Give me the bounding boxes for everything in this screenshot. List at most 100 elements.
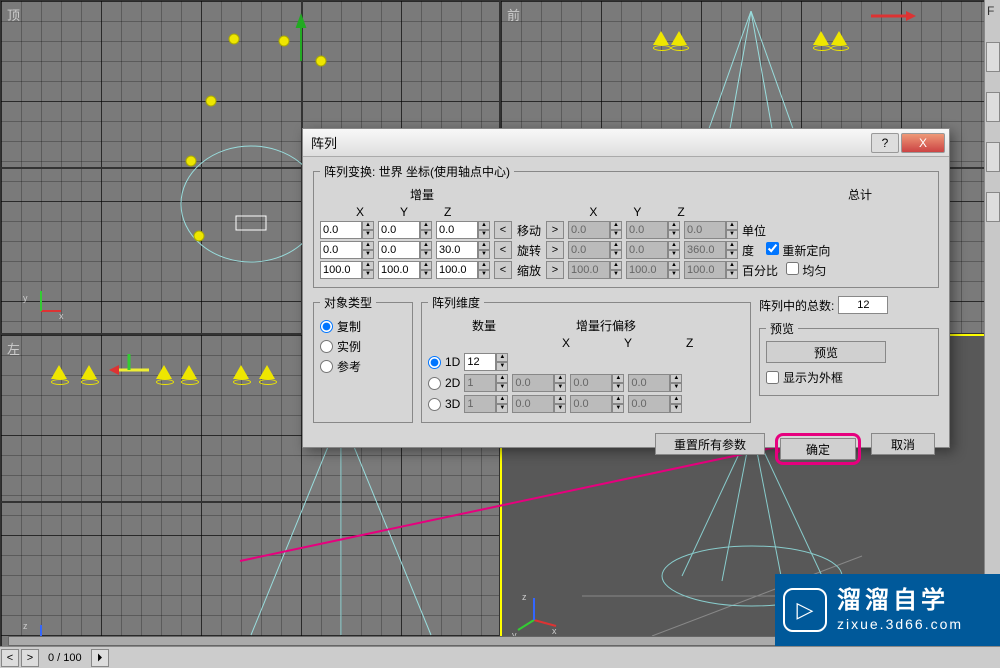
watermark-title: 溜溜自学 <box>837 587 963 616</box>
radio-1d[interactable] <box>428 356 441 369</box>
scale-row: ▲▼ ▲▼ ▲▼ < 缩放 > ▲▼ ▲▼ ▲▼ 百分比 均匀 <box>320 261 932 279</box>
wireframe-checkbox[interactable] <box>766 371 779 384</box>
radio-reference[interactable] <box>320 360 333 373</box>
total-label: 总计 <box>848 186 872 203</box>
light-icon <box>233 365 249 379</box>
titlebar[interactable]: 阵列 ? X <box>303 129 949 157</box>
axis-y-label: Y <box>633 205 641 219</box>
ok-button[interactable]: 确定 <box>780 438 856 460</box>
viewport-label: 顶 <box>7 5 20 24</box>
group-label: 预览 <box>766 320 798 337</box>
spinner-down-icon[interactable]: ▼ <box>362 230 374 239</box>
panel-tab[interactable] <box>986 192 1000 222</box>
tot-scl-z <box>684 261 726 279</box>
cancel-button[interactable]: 取消 <box>871 433 935 455</box>
panel-letter: F <box>985 0 1000 22</box>
light-icon <box>181 365 197 379</box>
panel-tab[interactable] <box>986 42 1000 72</box>
prev-frame-button[interactable]: < <box>1 649 19 667</box>
preview-button[interactable]: 预览 <box>766 341 886 363</box>
3d-z <box>628 395 670 413</box>
light-icon <box>831 31 847 45</box>
greater-than-button[interactable]: > <box>546 221 564 239</box>
axis-widget-icon: x y z <box>512 590 562 640</box>
greater-than-button[interactable]: > <box>546 261 564 279</box>
spinner-up-icon[interactable]: ▲ <box>362 221 374 230</box>
command-panel[interactable]: F <box>984 0 1000 646</box>
2d-x <box>512 374 554 392</box>
uniform-checkbox[interactable] <box>786 262 799 275</box>
play-icon: ▷ <box>783 588 827 632</box>
3d-y <box>570 395 612 413</box>
radio-3d[interactable] <box>428 398 441 411</box>
axis-z-label: Z <box>677 205 684 219</box>
group-object-type: 对象类型 复制 实例 参考 <box>313 294 413 423</box>
less-than-button[interactable]: < <box>494 261 512 279</box>
incrow-label: 增量行偏移 <box>576 317 636 334</box>
inc-rot-z[interactable] <box>436 241 478 259</box>
count-label: 数量 <box>472 317 496 334</box>
op-rotate: 旋转 <box>516 242 542 259</box>
reorient-checkbox[interactable] <box>766 242 779 255</box>
rotate-row: ▲▼ ▲▼ ▲▼ < 旋转 > ▲▼ ▲▼ ▲▼ 度 重新定向 <box>320 241 932 259</box>
pct-label: 百分比 <box>742 262 778 279</box>
inc-move-y[interactable] <box>378 221 420 239</box>
frame-display: 0 / 100 <box>48 652 82 664</box>
unit-label: 单位 <box>742 222 766 239</box>
group-label: 阵列变换: 世界 坐标(使用轴点中心) <box>320 163 514 180</box>
move-gizmo <box>861 0 921 36</box>
inc-scl-x[interactable] <box>320 261 362 279</box>
less-than-button[interactable]: < <box>494 241 512 259</box>
svg-text:y: y <box>23 293 28 303</box>
inc-move-z[interactable] <box>436 221 478 239</box>
svg-text:x: x <box>552 626 557 636</box>
tot-rot-x <box>568 241 610 259</box>
3d-x <box>512 395 554 413</box>
axis-z-label: Z <box>444 205 451 219</box>
panel-tab[interactable] <box>986 142 1000 172</box>
total-count-value <box>838 296 888 314</box>
tot-scl-y <box>626 261 668 279</box>
inc-scl-y[interactable] <box>378 261 420 279</box>
increment-label: 增量 <box>410 186 434 203</box>
help-button[interactable]: ? <box>871 133 899 153</box>
inc-scl-z[interactable] <box>436 261 478 279</box>
ok-highlight: 确定 <box>775 433 861 465</box>
tot-rot-z <box>684 241 726 259</box>
svg-text:z: z <box>23 621 28 631</box>
tot-scl-x <box>568 261 610 279</box>
radio-instance[interactable] <box>320 340 333 353</box>
2d-y <box>570 374 612 392</box>
greater-than-button[interactable]: > <box>546 241 564 259</box>
2d-z <box>628 374 670 392</box>
less-than-button[interactable]: < <box>494 221 512 239</box>
radio-2d[interactable] <box>428 377 441 390</box>
inc-move-x[interactable] <box>320 221 362 239</box>
light-icon <box>653 31 669 45</box>
close-button[interactable]: X <box>901 133 945 153</box>
radio-copy[interactable] <box>320 320 333 333</box>
key-button[interactable]: ⏵ <box>91 649 109 667</box>
op-scale: 缩放 <box>516 262 542 279</box>
group-label: 对象类型 <box>320 294 376 311</box>
tot-move-y <box>626 221 668 239</box>
group-dimensions: 阵列维度 数量 增量行偏移 X Y Z 1D ▲▼ 2D ▲▼ <box>421 294 751 423</box>
array-dialog: 阵列 ? X 阵列变换: 世界 坐标(使用轴点中心) 增量 总计 X Y Z X… <box>302 128 950 448</box>
panel-tab[interactable] <box>986 92 1000 122</box>
reset-button[interactable]: 重置所有参数 <box>655 433 765 455</box>
count-3d <box>464 395 496 413</box>
move-gizmo <box>101 350 171 390</box>
tot-move-x <box>568 221 610 239</box>
axis-widget-icon: y x <box>21 283 65 327</box>
watermark: ▷ 溜溜自学 zixue.3d66.com <box>775 574 1000 646</box>
move-row: ▲▼ ▲▼ ▲▼ < 移动 > ▲▼ ▲▼ ▲▼ 单位 <box>320 221 932 239</box>
axis-y-label: Y <box>400 205 408 219</box>
tot-rot-y <box>626 241 668 259</box>
inc-rot-x[interactable] <box>320 241 362 259</box>
count-1d[interactable] <box>464 353 496 371</box>
total-count-label: 阵列中的总数: <box>759 297 834 314</box>
next-frame-button[interactable]: > <box>21 649 39 667</box>
light-icon <box>51 365 67 379</box>
dialog-title: 阵列 <box>307 133 869 152</box>
inc-rot-y[interactable] <box>378 241 420 259</box>
